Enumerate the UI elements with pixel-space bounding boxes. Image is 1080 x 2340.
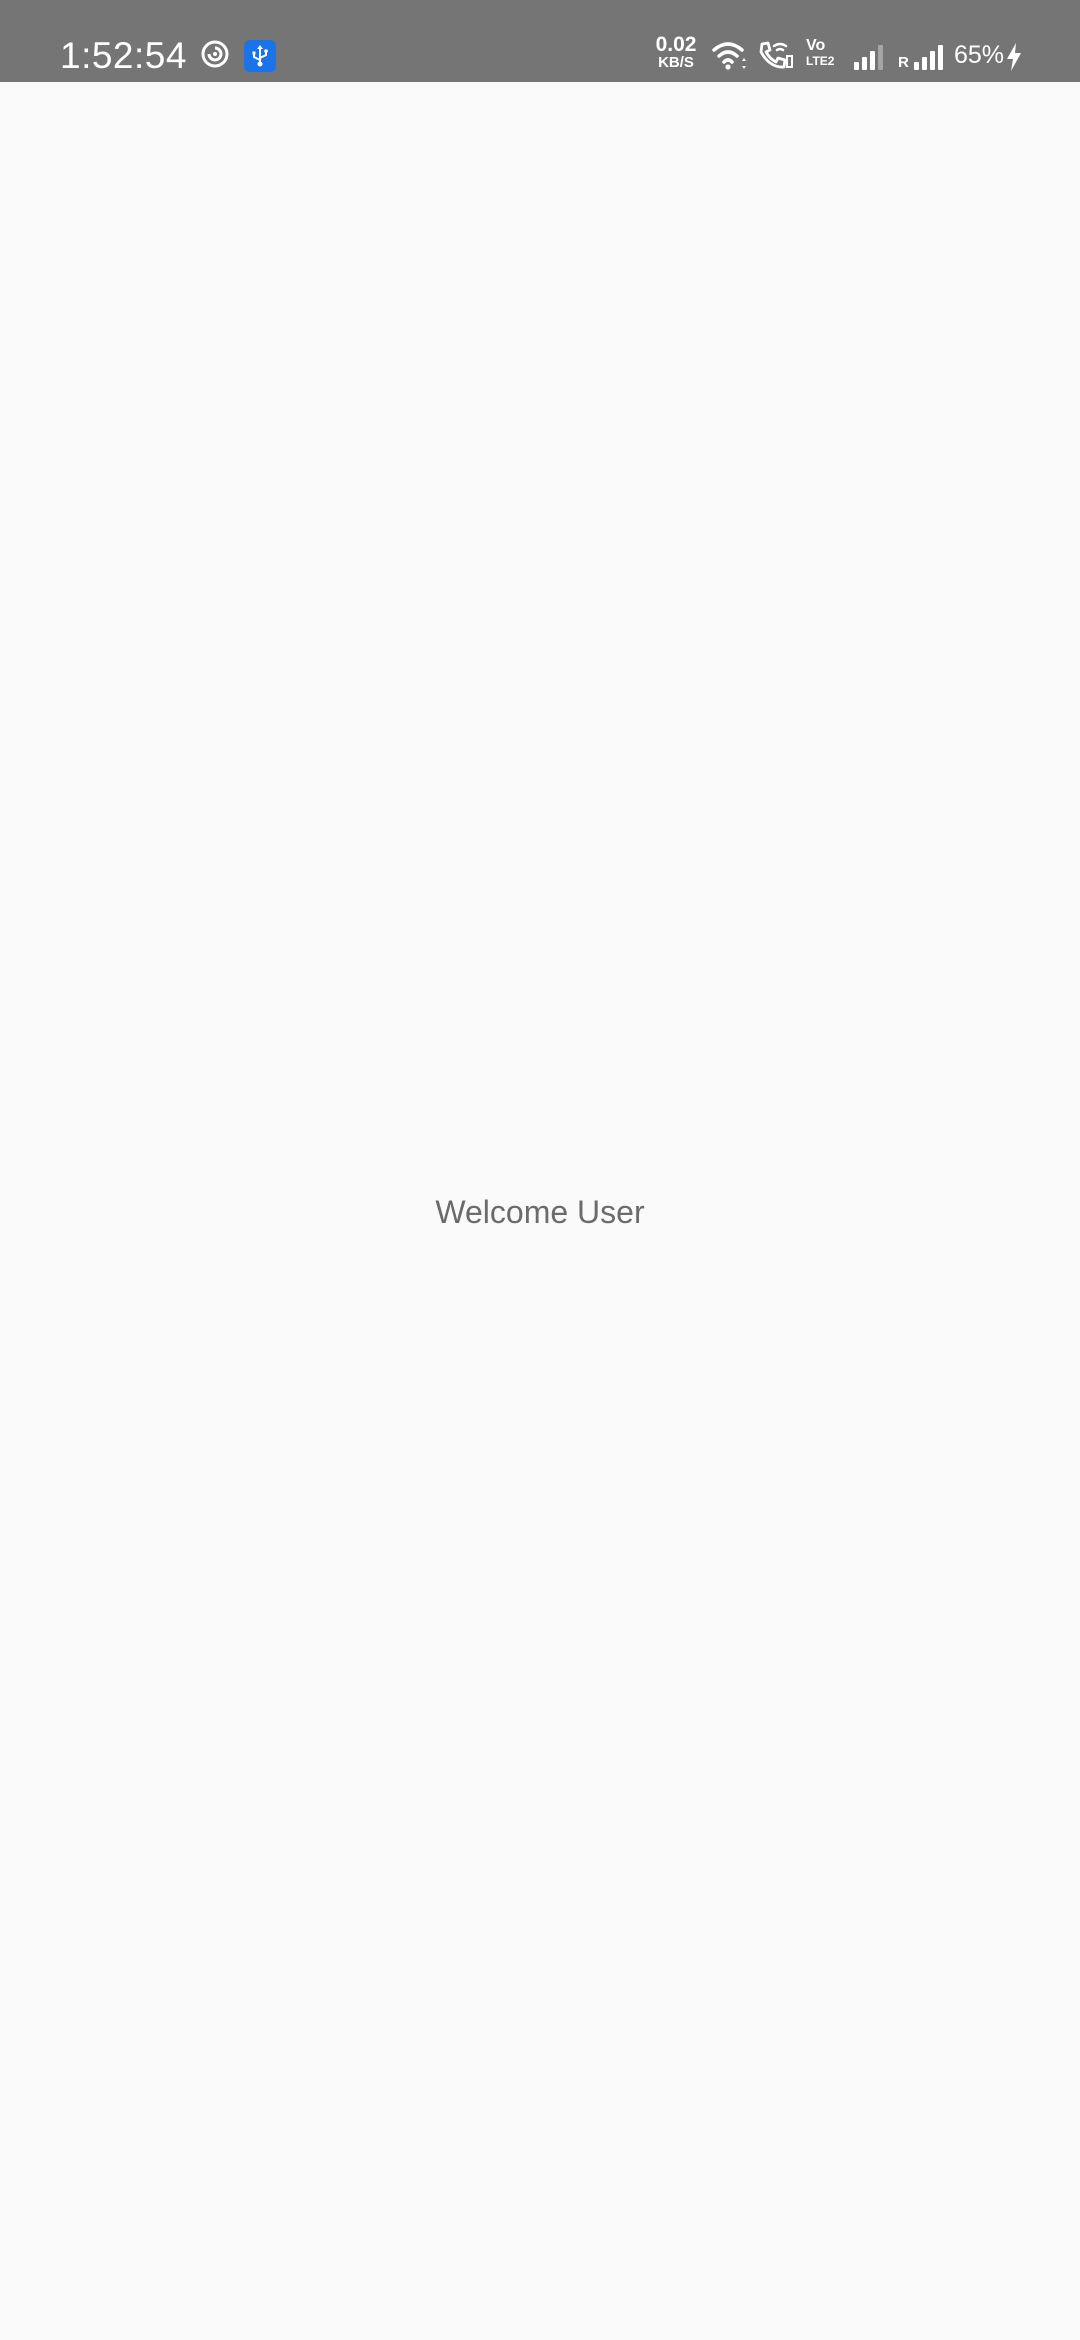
volte-icon: Vo LTE2	[806, 37, 840, 69]
wifi-calling-icon	[759, 41, 793, 69]
welcome-message: Welcome User	[435, 1194, 645, 1230]
network-speed-indicator: 0.02 KB/S	[648, 33, 704, 72]
usb-icon	[244, 40, 276, 72]
hotspot-swirl-icon	[201, 40, 229, 68]
volte-label-bottom: LTE2	[806, 54, 835, 68]
signal-sim2-icon	[914, 45, 943, 70]
signal-sim1-icon	[854, 45, 883, 70]
status-clock: 1:52:54	[60, 35, 187, 76]
battery-percent: 65%	[954, 41, 1005, 69]
app-screen: 1:52:54 0.02 KB/S Vo LTE2 R 65% Welcome …	[0, 0, 1080, 2340]
wifi-icon	[712, 42, 746, 70]
network-speed-value: 0.02	[655, 33, 697, 56]
charging-bolt-icon	[1007, 43, 1021, 71]
status-bar: 1:52:54 0.02 KB/S Vo LTE2 R 65%	[0, 0, 1080, 82]
volte-label-top: Vo	[806, 37, 826, 54]
roaming-indicator: R	[898, 54, 909, 71]
network-speed-unit: KB/S	[658, 54, 694, 71]
